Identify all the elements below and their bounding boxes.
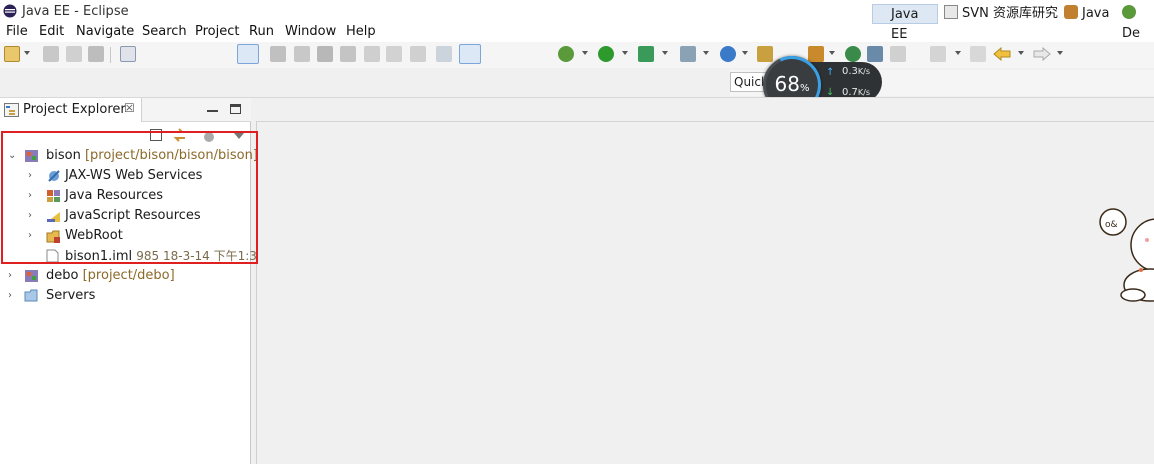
menu-run[interactable]: Run: [249, 24, 274, 39]
drop-to-frame-icon[interactable]: [436, 46, 452, 62]
suspend-icon[interactable]: [294, 46, 310, 62]
project-explorer-title: Project Explorer: [23, 102, 126, 117]
debo-decoration: [project/debo]: [82, 268, 175, 283]
step-over-icon[interactable]: [386, 46, 402, 62]
minimize-icon[interactable]: [207, 104, 218, 112]
window-title: Java EE - Eclipse: [22, 4, 129, 19]
maximize-icon[interactable]: [230, 104, 241, 114]
perspective-java-ee[interactable]: Java EE: [872, 4, 938, 42]
save-icon[interactable]: [43, 46, 59, 62]
editor-area[interactable]: [256, 98, 1154, 464]
close-icon[interactable]: ☒: [124, 101, 135, 115]
web-project-icon: [25, 270, 38, 282]
debug-icon[interactable]: [558, 46, 574, 62]
editor-tab-strip: [256, 98, 1154, 122]
disconnect-icon[interactable]: [340, 46, 356, 62]
folder-open-icon: [24, 289, 38, 302]
perspective-java[interactable]: Java: [1064, 4, 1109, 24]
menu-navigate[interactable]: Navigate: [76, 24, 134, 39]
perspective-svn[interactable]: SVN 资源库研究: [944, 4, 1058, 24]
menu-file[interactable]: File: [6, 24, 28, 39]
last-edit-icon[interactable]: [970, 46, 986, 62]
use-step-filters-icon[interactable]: [459, 44, 481, 64]
binary-icon[interactable]: [120, 46, 136, 62]
percent-unit: %: [799, 83, 810, 94]
highlight-box: [1, 131, 258, 264]
menu-bar: File Edit Navigate Search Project Run Wi…: [0, 22, 1154, 42]
perspective-svn-label: SVN 资源库研究: [962, 6, 1059, 21]
back-icon[interactable]: [993, 47, 1011, 61]
open-type-icon[interactable]: [757, 46, 773, 62]
coverage-icon[interactable]: [638, 46, 654, 62]
connect-icon[interactable]: [867, 46, 883, 62]
new-icon[interactable]: [4, 46, 20, 62]
servers-label: Servers: [46, 288, 96, 303]
cpu-percent: 68: [774, 72, 800, 96]
search-icon[interactable]: [808, 46, 824, 62]
chevron-right-icon[interactable]: ›: [8, 286, 18, 306]
resume-icon[interactable]: [270, 46, 286, 62]
debug-perspective-icon: [1122, 5, 1136, 19]
project-explorer-tab[interactable]: Project Explorer ☒: [0, 98, 142, 122]
step-into-icon[interactable]: [364, 46, 380, 62]
svg-text:o&: o&: [1105, 220, 1118, 230]
terminate-icon[interactable]: [317, 46, 333, 62]
menu-help[interactable]: Help: [346, 24, 376, 39]
skip-breakpoints-icon[interactable]: [237, 44, 259, 64]
cartoon-sticker: o&: [1099, 208, 1154, 302]
main-toolbar: [0, 42, 1154, 68]
run-icon[interactable]: [598, 46, 614, 62]
svn-icon: [944, 5, 958, 19]
print-icon[interactable]: [88, 46, 104, 62]
save-all-icon[interactable]: [66, 46, 82, 62]
external-tools-icon[interactable]: [680, 46, 696, 62]
upload-arrow-icon: ↑: [826, 67, 835, 78]
forward-icon[interactable]: [1033, 47, 1051, 61]
project-explorer-icon: [4, 103, 19, 117]
step-return-icon[interactable]: [410, 46, 426, 62]
debo-label: debo [project/debo]: [46, 268, 175, 283]
perspective-java-label: Java: [1082, 6, 1110, 21]
menu-search[interactable]: Search: [142, 24, 187, 39]
prev-annotation-icon[interactable]: [930, 46, 946, 62]
new-server-icon[interactable]: [720, 46, 736, 62]
perspective-debug[interactable]: De: [1122, 4, 1154, 41]
upload-speed: 0.3K/s: [842, 66, 871, 77]
java-perspective-icon: [1064, 5, 1078, 19]
menu-edit[interactable]: Edit: [39, 24, 64, 39]
perspective-debug-label: De: [1122, 26, 1141, 41]
menu-project[interactable]: Project: [195, 24, 239, 39]
menu-window[interactable]: Window: [285, 24, 336, 39]
eclipse-icon: [3, 4, 17, 18]
globe-icon[interactable]: [845, 46, 861, 62]
next-annotation-icon[interactable]: [890, 46, 906, 62]
chevron-right-icon[interactable]: ›: [8, 266, 18, 286]
